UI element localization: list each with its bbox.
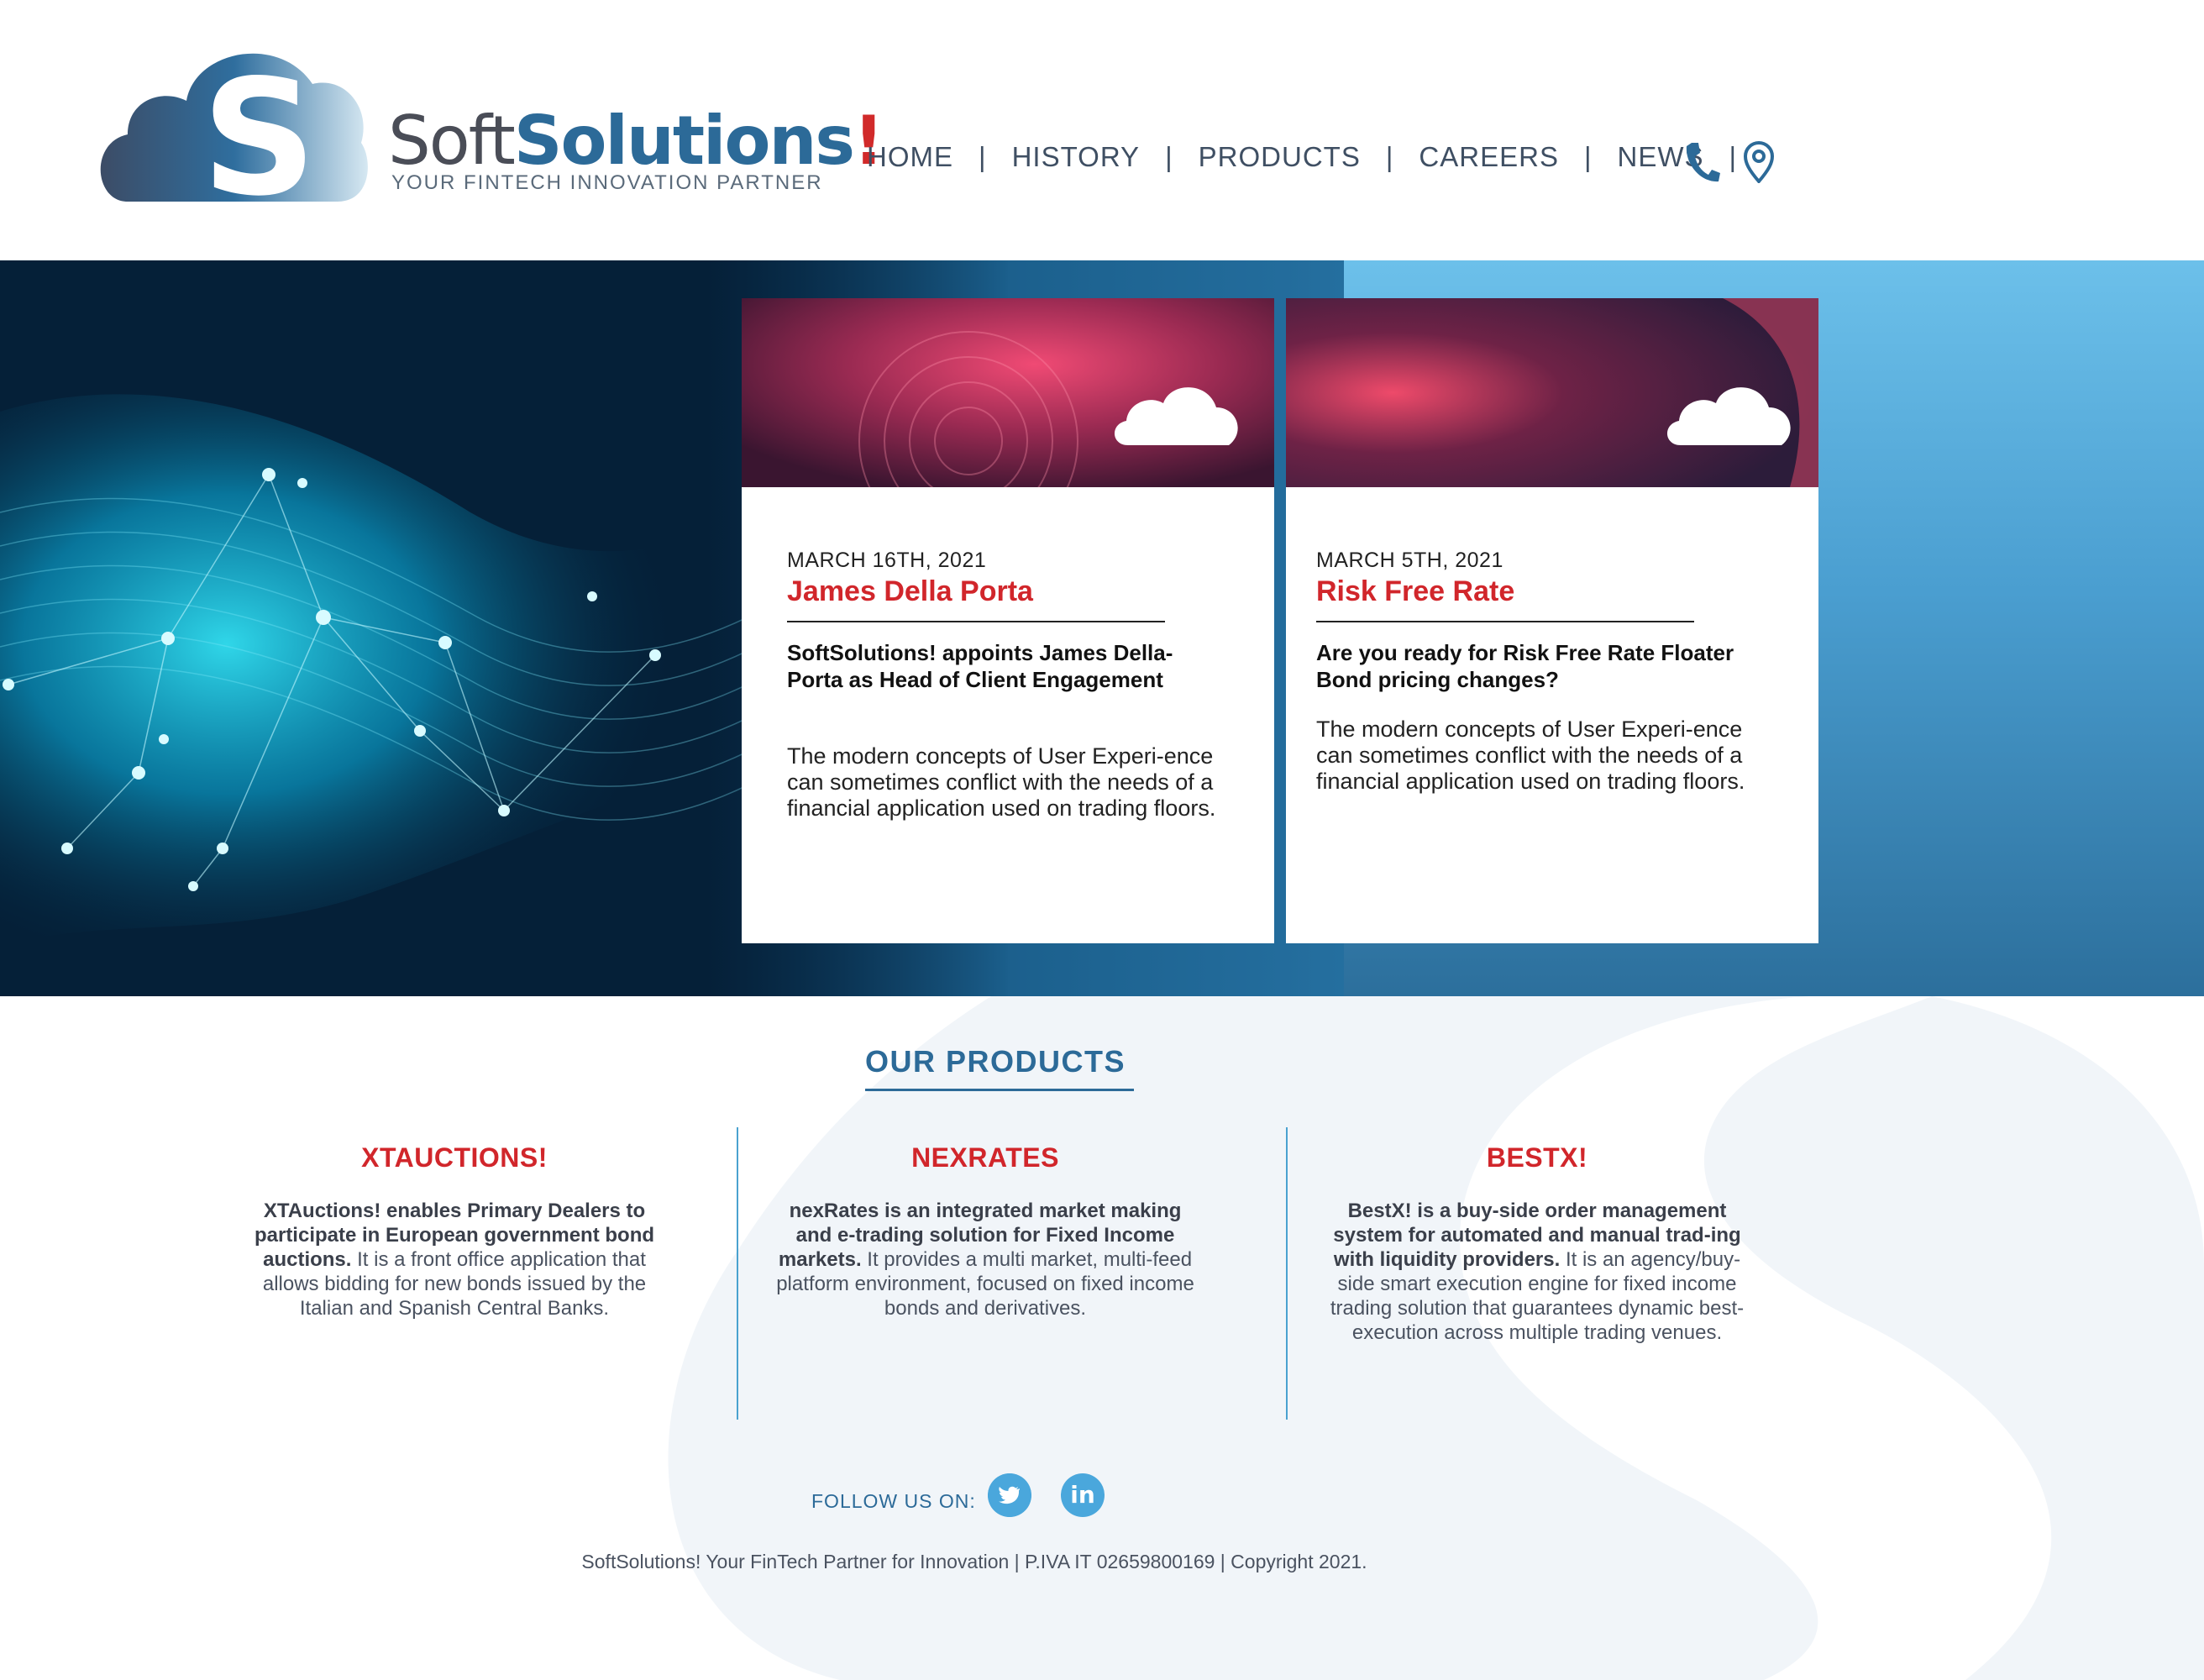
linkedin-icon[interactable]: in bbox=[1061, 1473, 1105, 1517]
nav-separator: | bbox=[1583, 141, 1593, 172]
news-title[interactable]: James Della Porta bbox=[787, 575, 1033, 608]
product-column: XTAUCTIONS! XTAuctions! enables Primary … bbox=[244, 1142, 664, 1320]
location-pin-icon[interactable] bbox=[1740, 139, 1777, 183]
news-title-underline bbox=[787, 621, 1165, 622]
product-column: BESTX! BestX! is a buy-side order manage… bbox=[1327, 1142, 1747, 1345]
news-title-underline bbox=[1316, 621, 1694, 622]
news-lead: SoftSolutions! appoints James Della-Port… bbox=[787, 640, 1173, 692]
follow-us-label: FOLLOW US ON: bbox=[811, 1490, 976, 1512]
product-title[interactable]: NEXRATES bbox=[775, 1142, 1195, 1173]
product-column: NEXRATES nexRates is an integrated marke… bbox=[775, 1142, 1195, 1320]
copyright-text: SoftSolutions! Your FinTech Partner for … bbox=[581, 1551, 1367, 1572]
product-description: BestX! is a buy-side order management sy… bbox=[1327, 1199, 1747, 1345]
nav-separator: | bbox=[1729, 141, 1738, 172]
nav-careers[interactable]: CAREERS bbox=[1419, 141, 1559, 173]
product-title[interactable]: XTAUCTIONS! bbox=[244, 1142, 664, 1173]
svg-text:S: S bbox=[202, 45, 317, 210]
nav-separator: | bbox=[1385, 141, 1394, 172]
nav-separator: | bbox=[979, 141, 987, 172]
news-body: The modern concepts of User Experi-ence … bbox=[787, 743, 1216, 821]
news-date: MARCH 16TH, 2021 bbox=[787, 549, 987, 572]
logo-cloud-icon[interactable]: S bbox=[94, 42, 371, 210]
phone-icon[interactable] bbox=[1683, 139, 1720, 183]
news-date: MARCH 5TH, 2021 bbox=[1316, 549, 1503, 572]
news-card-image bbox=[1286, 298, 1818, 487]
nav-home[interactable]: HOME bbox=[867, 141, 953, 173]
twitter-icon[interactable] bbox=[988, 1473, 1031, 1517]
news-card-image bbox=[742, 298, 1274, 487]
column-divider bbox=[737, 1127, 738, 1420]
news-card[interactable]: MARCH 16TH, 2021 James Della Porta SoftS… bbox=[742, 298, 1274, 943]
brand-soft: Soft bbox=[388, 102, 516, 180]
products-heading: OUR PRODUCTS bbox=[865, 1044, 1126, 1079]
products-heading-underline bbox=[865, 1089, 1134, 1091]
main-nav: HOME | HISTORY | PRODUCTS | CAREERS | NE… bbox=[867, 136, 1762, 178]
news-card[interactable]: MARCH 5TH, 2021 Risk Free Rate Are you r… bbox=[1286, 298, 1818, 943]
tagline: YOUR FINTECH INNOVATION PARTNER bbox=[391, 171, 823, 194]
news-body: The modern concepts of User Experi-ence … bbox=[1316, 717, 1745, 794]
nav-separator: | bbox=[1165, 141, 1173, 172]
brand-name[interactable]: SoftSolutions! bbox=[388, 99, 884, 183]
brand-solutions: Solutions bbox=[513, 102, 855, 180]
product-title[interactable]: BESTX! bbox=[1327, 1142, 1747, 1173]
news-title[interactable]: Risk Free Rate bbox=[1316, 575, 1514, 608]
column-divider bbox=[1286, 1127, 1288, 1420]
news-lead: Are you ready for Risk Free Rate Floater… bbox=[1316, 640, 1734, 692]
nav-products[interactable]: PRODUCTS bbox=[1199, 141, 1361, 173]
product-description: nexRates is an integrated market making … bbox=[775, 1199, 1195, 1320]
nav-history[interactable]: HISTORY bbox=[1012, 141, 1141, 173]
product-description: XTAuctions! enables Primary Dealers to p… bbox=[244, 1199, 664, 1320]
